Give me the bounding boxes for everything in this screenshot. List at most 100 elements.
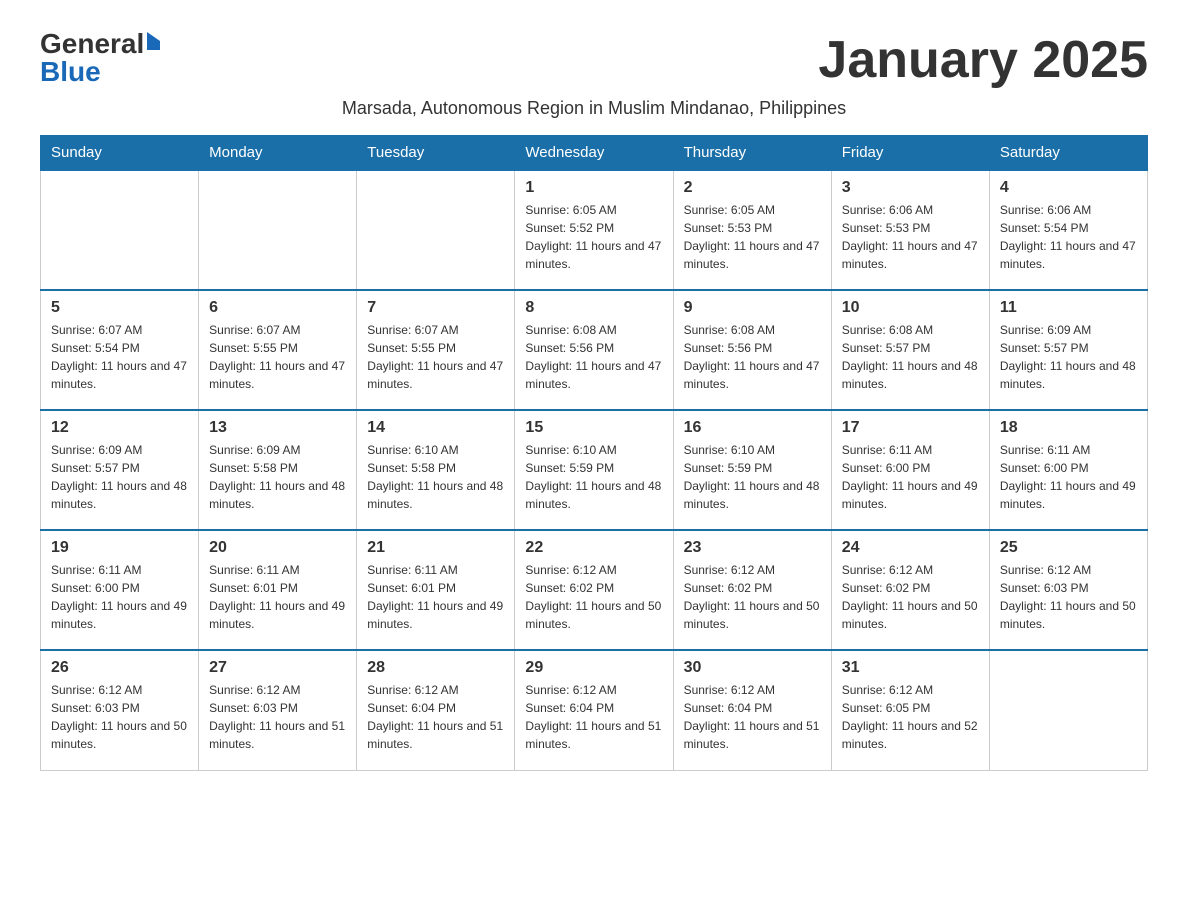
day-info: Sunrise: 6:11 AM Sunset: 6:00 PM Dayligh… [1000,441,1137,513]
calendar-week-1: 5 Sunrise: 6:07 AM Sunset: 5:54 PM Daylig… [41,290,1148,410]
day-number: 8 [525,299,662,317]
calendar-cell: 29Sunrise: 6:12 AM Sunset: 6:04 PM Dayli… [515,650,673,770]
day-info: Sunrise: 6:11 AM Sunset: 6:01 PM Dayligh… [367,561,504,633]
day-number: 27 [209,659,346,677]
calendar-week-4: 26 Sunrise: 6:12 AM Sunset: 6:03 PM Dayli… [41,650,1148,770]
month-title: January 2025 [818,30,1148,90]
calendar-cell: 4 Sunrise: 6:06 AM Sunset: 5:54 PM Daylig… [989,170,1147,290]
day-number: 3 [842,179,979,197]
calendar-cell [199,170,357,290]
day-info: Sunrise: 6:12 AM Sunset: 6:03 PM Dayligh… [209,681,346,753]
day-info: Sunrise: 6:05 AM Sunset: 5:52 PM Dayligh… [525,201,662,273]
day-number: 26 [51,659,188,677]
day-info: Sunrise: 6:09 AM Sunset: 5:58 PM Dayligh… [209,441,346,513]
day-number: 21 [367,539,504,557]
day-info: Sunrise: 6:10 AM Sunset: 5:58 PM Dayligh… [367,441,504,513]
calendar-cell: 2Sunrise: 6:05 AM Sunset: 5:53 PM Daylig… [673,170,831,290]
day-info: Sunrise: 6:09 AM Sunset: 5:57 PM Dayligh… [1000,321,1137,393]
calendar-cell: 31 Sunrise: 6:12 AM Sunset: 6:05 PM Dayli… [831,650,989,770]
calendar-cell: 8 Sunrise: 6:08 AM Sunset: 5:56 PM Daylig… [515,290,673,410]
calendar-week-0: 1Sunrise: 6:05 AM Sunset: 5:52 PM Daylig… [41,170,1148,290]
calendar-week-2: 12 Sunrise: 6:09 AM Sunset: 5:57 PM Dayli… [41,410,1148,530]
calendar-cell: 11 Sunrise: 6:09 AM Sunset: 5:57 PM Dayli… [989,290,1147,410]
day-info: Sunrise: 6:12 AM Sunset: 6:03 PM Dayligh… [1000,561,1137,633]
day-info: Sunrise: 6:12 AM Sunset: 6:02 PM Dayligh… [525,561,662,633]
calendar-body: 1Sunrise: 6:05 AM Sunset: 5:52 PM Daylig… [41,170,1148,770]
calendar-cell: 27 Sunrise: 6:12 AM Sunset: 6:03 PM Dayli… [199,650,357,770]
day-info: Sunrise: 6:06 AM Sunset: 5:53 PM Dayligh… [842,201,979,273]
day-info: Sunrise: 6:07 AM Sunset: 5:55 PM Dayligh… [209,321,346,393]
day-number: 5 [51,299,188,317]
calendar-cell: 12 Sunrise: 6:09 AM Sunset: 5:57 PM Dayli… [41,410,199,530]
day-number: 17 [842,419,979,437]
day-number: 4 [1000,179,1137,197]
day-number: 11 [1000,299,1137,317]
calendar-cell: 30Sunrise: 6:12 AM Sunset: 6:04 PM Dayli… [673,650,831,770]
day-info: Sunrise: 6:12 AM Sunset: 6:05 PM Dayligh… [842,681,979,753]
header-day-friday: Friday [831,136,989,171]
header-day-saturday: Saturday [989,136,1147,171]
day-number: 13 [209,419,346,437]
header-row: SundayMondayTuesdayWednesdayThursdayFrid… [41,136,1148,171]
day-info: Sunrise: 6:08 AM Sunset: 5:56 PM Dayligh… [684,321,821,393]
calendar-cell: 6 Sunrise: 6:07 AM Sunset: 5:55 PM Daylig… [199,290,357,410]
day-number: 2 [684,179,821,197]
day-number: 12 [51,419,188,437]
day-info: Sunrise: 6:10 AM Sunset: 5:59 PM Dayligh… [525,441,662,513]
calendar-cell: 21 Sunrise: 6:11 AM Sunset: 6:01 PM Dayli… [357,530,515,650]
day-number: 16 [684,419,821,437]
day-info: Sunrise: 6:12 AM Sunset: 6:04 PM Dayligh… [684,681,821,753]
day-info: Sunrise: 6:08 AM Sunset: 5:56 PM Dayligh… [525,321,662,393]
day-info: Sunrise: 6:11 AM Sunset: 6:00 PM Dayligh… [51,561,188,633]
logo-blue-text: Blue [40,58,101,86]
header-day-monday: Monday [199,136,357,171]
calendar-cell: 22 Sunrise: 6:12 AM Sunset: 6:02 PM Dayli… [515,530,673,650]
calendar-table: SundayMondayTuesdayWednesdayThursdayFrid… [40,135,1148,771]
day-number: 6 [209,299,346,317]
day-number: 10 [842,299,979,317]
day-number: 7 [367,299,504,317]
calendar-cell: 20Sunrise: 6:11 AM Sunset: 6:01 PM Dayli… [199,530,357,650]
day-info: Sunrise: 6:12 AM Sunset: 6:04 PM Dayligh… [367,681,504,753]
day-number: 14 [367,419,504,437]
calendar-cell: 28 Sunrise: 6:12 AM Sunset: 6:04 PM Dayli… [357,650,515,770]
day-info: Sunrise: 6:09 AM Sunset: 5:57 PM Dayligh… [51,441,188,513]
day-number: 29 [525,659,662,677]
logo-general-text: General [40,30,144,58]
calendar-cell: 14 Sunrise: 6:10 AM Sunset: 5:58 PM Dayli… [357,410,515,530]
day-info: Sunrise: 6:06 AM Sunset: 5:54 PM Dayligh… [1000,201,1137,273]
calendar-cell: 15Sunrise: 6:10 AM Sunset: 5:59 PM Dayli… [515,410,673,530]
calendar-cell: 9 Sunrise: 6:08 AM Sunset: 5:56 PM Daylig… [673,290,831,410]
header-day-thursday: Thursday [673,136,831,171]
day-number: 22 [525,539,662,557]
day-number: 31 [842,659,979,677]
logo-line1: General [40,30,160,58]
calendar-cell: 5 Sunrise: 6:07 AM Sunset: 5:54 PM Daylig… [41,290,199,410]
day-info: Sunrise: 6:07 AM Sunset: 5:54 PM Dayligh… [51,321,188,393]
calendar-cell [41,170,199,290]
calendar-cell: 10Sunrise: 6:08 AM Sunset: 5:57 PM Dayli… [831,290,989,410]
day-info: Sunrise: 6:12 AM Sunset: 6:02 PM Dayligh… [684,561,821,633]
day-info: Sunrise: 6:11 AM Sunset: 6:00 PM Dayligh… [842,441,979,513]
logo: General Blue [40,30,160,86]
calendar-cell: 7Sunrise: 6:07 AM Sunset: 5:55 PM Daylig… [357,290,515,410]
day-number: 28 [367,659,504,677]
calendar-cell [989,650,1147,770]
day-info: Sunrise: 6:12 AM Sunset: 6:03 PM Dayligh… [51,681,188,753]
subtitle: Marsada, Autonomous Region in Muslim Min… [40,98,1148,119]
calendar-cell: 17 Sunrise: 6:11 AM Sunset: 6:00 PM Dayli… [831,410,989,530]
calendar-cell: 25Sunrise: 6:12 AM Sunset: 6:03 PM Dayli… [989,530,1147,650]
calendar-header: SundayMondayTuesdayWednesdayThursdayFrid… [41,136,1148,171]
day-number: 20 [209,539,346,557]
header-day-sunday: Sunday [41,136,199,171]
calendar-cell: 18 Sunrise: 6:11 AM Sunset: 6:00 PM Dayli… [989,410,1147,530]
calendar-cell: 24Sunrise: 6:12 AM Sunset: 6:02 PM Dayli… [831,530,989,650]
calendar-cell: 23Sunrise: 6:12 AM Sunset: 6:02 PM Dayli… [673,530,831,650]
day-number: 18 [1000,419,1137,437]
header: General Blue January 2025 [40,30,1148,90]
day-number: 19 [51,539,188,557]
day-number: 9 [684,299,821,317]
header-day-tuesday: Tuesday [357,136,515,171]
calendar-cell: 26 Sunrise: 6:12 AM Sunset: 6:03 PM Dayli… [41,650,199,770]
calendar-cell: 1Sunrise: 6:05 AM Sunset: 5:52 PM Daylig… [515,170,673,290]
